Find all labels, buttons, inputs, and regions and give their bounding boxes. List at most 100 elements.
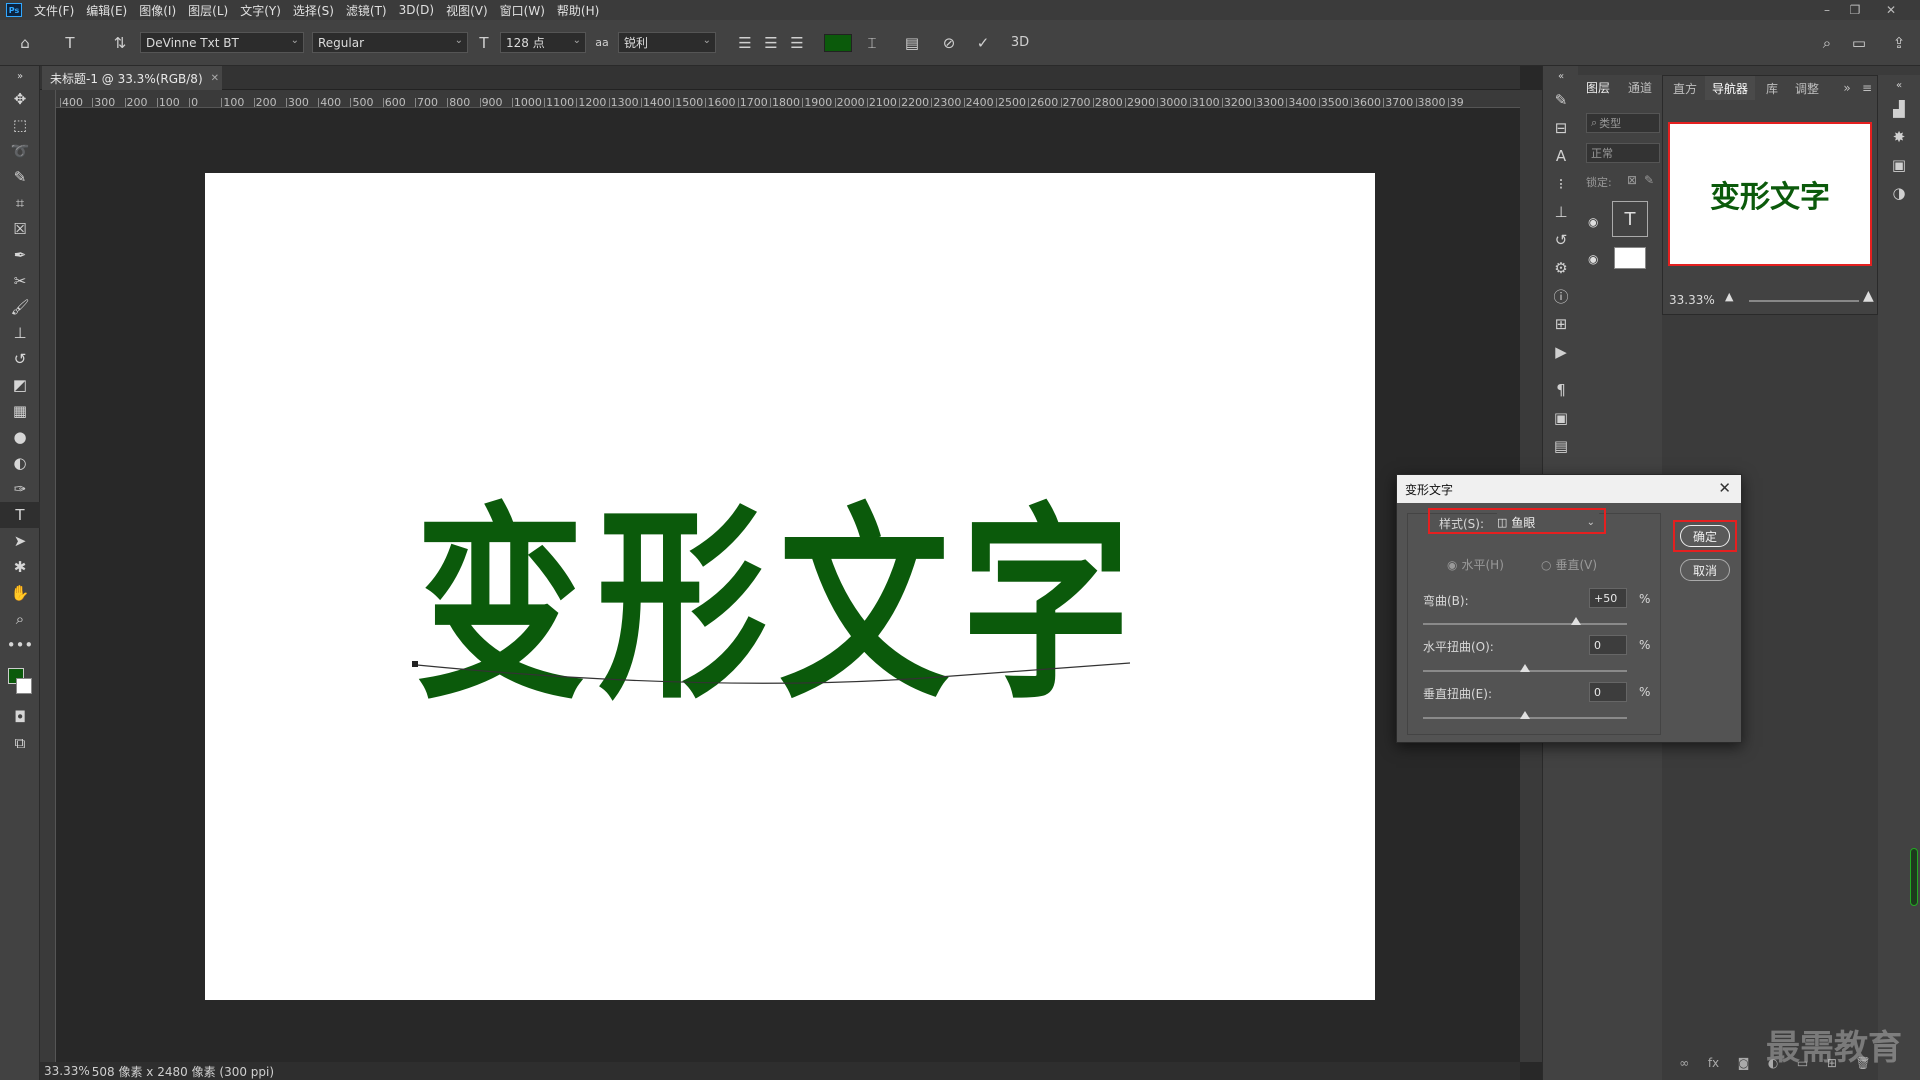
menu-3d[interactable]: 3D(D) <box>393 3 440 17</box>
collapse-icon[interactable]: » <box>0 66 40 86</box>
3d-button[interactable]: 3D <box>1000 30 1040 56</box>
blur-tool-icon[interactable]: ● <box>0 424 40 450</box>
libraries-icon[interactable]: ▣ <box>1878 151 1920 179</box>
character-icon[interactable]: A <box>1543 142 1579 170</box>
cancel-button[interactable]: 取消 <box>1680 559 1730 581</box>
frame-tool-icon[interactable]: ☒ <box>0 216 40 242</box>
more-tools-icon[interactable]: ••• <box>0 632 40 658</box>
properties-icon[interactable]: ⊟ <box>1543 114 1579 142</box>
swatches-icon[interactable]: ⊞ <box>1543 310 1579 338</box>
notes-icon[interactable]: ▤ <box>1543 432 1579 460</box>
search-icon[interactable]: ⌕ <box>1814 30 1840 56</box>
menu-filter[interactable]: 滤镜(T) <box>340 2 393 19</box>
antialias-select[interactable]: 锐利 ⌄ <box>618 32 716 53</box>
quick-select-tool-icon[interactable]: ✎ <box>0 164 40 190</box>
paragraph-styles-icon[interactable]: ⁝ <box>1543 170 1579 198</box>
restore-icon[interactable]: ❐ <box>1842 0 1868 20</box>
horizontal-distortion-thumb[interactable] <box>1520 664 1530 672</box>
text-layer-thumbnail[interactable]: T <box>1612 201 1648 237</box>
tab-channels[interactable]: 通道 <box>1620 75 1660 99</box>
close-icon[interactable]: ✕ <box>1718 479 1731 497</box>
horizontal-distortion-input[interactable]: 0 <box>1589 635 1627 655</box>
font-size-select[interactable]: 128 点 ⌄ <box>500 32 586 53</box>
horizontal-radio[interactable]: ◉ 水平(H) <box>1447 556 1504 573</box>
font-style-select[interactable]: Regular ⌄ <box>312 32 468 53</box>
minimize-icon[interactable]: – <box>1814 0 1840 20</box>
document-tab[interactable]: 未标题-1 @ 33.3%(RGB/8) ✕ <box>42 66 222 90</box>
play-icon[interactable]: ▶ <box>1543 338 1579 366</box>
align-center-icon[interactable]: ☰ <box>758 30 784 56</box>
close-tab-icon[interactable]: ✕ <box>211 73 219 84</box>
document-canvas[interactable]: 变形文字 <box>205 173 1375 1000</box>
path-anchor-point[interactable] <box>412 661 418 667</box>
zoom-tool-icon[interactable]: ⌕ <box>0 606 40 632</box>
menu-select[interactable]: 选择(S) <box>287 2 340 19</box>
histogram-icon[interactable]: ▟ <box>1878 95 1920 123</box>
bend-input[interactable]: +50 <box>1589 588 1627 608</box>
panel-menu-icon[interactable]: ≡ <box>1859 76 1875 100</box>
navigator-icon[interactable]: ✸ <box>1878 123 1920 151</box>
background-layer-thumbnail[interactable] <box>1614 247 1646 269</box>
info-icon[interactable]: ⓘ <box>1543 282 1579 310</box>
zoom-in-icon[interactable]: ▲ <box>1863 288 1874 304</box>
menu-window[interactable]: 窗口(W) <box>494 2 551 19</box>
visibility-eye-icon[interactable]: ◉ <box>1588 252 1598 266</box>
collapse-icon[interactable]: « <box>1878 75 1920 95</box>
menu-file[interactable]: 文件(F) <box>28 2 80 19</box>
type-tool-icon[interactable]: T <box>0 502 40 528</box>
ok-button[interactable]: 确定 <box>1680 525 1730 547</box>
bend-slider-thumb[interactable] <box>1571 617 1581 625</box>
layer-search-input[interactable]: ⌕ 类型 <box>1586 113 1660 133</box>
move-tool-icon[interactable]: ✥ <box>0 86 40 112</box>
clone-source-icon[interactable]: ⊥ <box>1543 198 1579 226</box>
visibility-eye-icon[interactable]: ◉ <box>1588 215 1598 229</box>
blend-mode-select[interactable]: 正常 <box>1586 143 1660 163</box>
paragraph-icon[interactable]: ¶ <box>1543 376 1579 404</box>
tab-navigator[interactable]: 导航器 <box>1705 76 1755 100</box>
add-mask-icon[interactable]: ◙ <box>1738 1056 1750 1074</box>
share-icon[interactable]: ⇪ <box>1886 30 1912 56</box>
type-tool-preset-icon[interactable]: T <box>50 30 90 56</box>
menu-type[interactable]: 文字(Y) <box>234 2 287 19</box>
marquee-tool-icon[interactable]: ⬚ <box>0 112 40 138</box>
path-select-tool-icon[interactable]: ➤ <box>0 528 40 554</box>
hand-tool-icon[interactable]: ✋ <box>0 580 40 606</box>
tab-adjustments[interactable]: 调整 <box>1787 76 1827 100</box>
cancel-edits-icon[interactable]: ⊘ <box>932 30 966 56</box>
eyedropper-tool-icon[interactable]: ✒ <box>0 242 40 268</box>
bend-slider[interactable] <box>1423 623 1627 625</box>
style-select[interactable]: ◫ 鱼眼 ⌄ <box>1497 513 1599 531</box>
menu-image[interactable]: 图像(I) <box>133 2 182 19</box>
background-color-swatch[interactable] <box>16 678 32 694</box>
vertical-distortion-thumb[interactable] <box>1520 711 1530 719</box>
lock-brush-icon[interactable]: ✎ <box>1644 173 1654 187</box>
brush-tool-icon[interactable]: 🖌 <box>0 294 40 320</box>
toggle-text-orientation-icon[interactable]: ⇅ <box>102 30 138 56</box>
eraser-tool-icon[interactable]: ◩ <box>0 372 40 398</box>
vertical-radio[interactable]: ○ 垂直(V) <box>1541 556 1597 573</box>
tab-layers[interactable]: 图层 <box>1578 75 1618 99</box>
lasso-tool-icon[interactable]: ➰ <box>0 138 40 164</box>
workspace-icon[interactable]: ▭ <box>1846 30 1872 56</box>
zoom-out-icon[interactable]: ▲ <box>1725 290 1733 303</box>
adjustments-icon[interactable]: ◑ <box>1878 179 1920 207</box>
brush-settings-icon[interactable]: ✎ <box>1543 86 1579 114</box>
warp-text-icon[interactable]: ⌶ <box>852 30 892 56</box>
vertical-distortion-input[interactable]: 0 <box>1589 682 1627 702</box>
fx-icon[interactable]: fx <box>1708 1056 1719 1074</box>
crop-tool-icon[interactable]: ⌗ <box>0 190 40 216</box>
close-window-icon[interactable]: ✕ <box>1878 0 1904 20</box>
gradient-tool-icon[interactable]: ▦ <box>0 398 40 424</box>
healing-tool-icon[interactable]: ✂ <box>0 268 40 294</box>
font-family-select[interactable]: DeVinne Txt BT ⌄ <box>140 32 304 53</box>
menu-view[interactable]: 视图(V) <box>440 2 494 19</box>
link-layers-icon[interactable]: ∞ <box>1679 1056 1689 1074</box>
home-icon[interactable]: ⌂ <box>0 30 50 56</box>
align-left-icon[interactable]: ☰ <box>732 30 758 56</box>
collapse-icon[interactable]: « <box>1543 66 1579 86</box>
menu-help[interactable]: 帮助(H) <box>551 2 605 19</box>
history-icon[interactable]: ↺ <box>1543 226 1579 254</box>
tab-libraries[interactable]: 库 <box>1757 76 1787 100</box>
navigator-thumbnail[interactable]: 变形文字 <box>1668 122 1872 266</box>
menu-layer[interactable]: 图层(L) <box>182 2 234 19</box>
